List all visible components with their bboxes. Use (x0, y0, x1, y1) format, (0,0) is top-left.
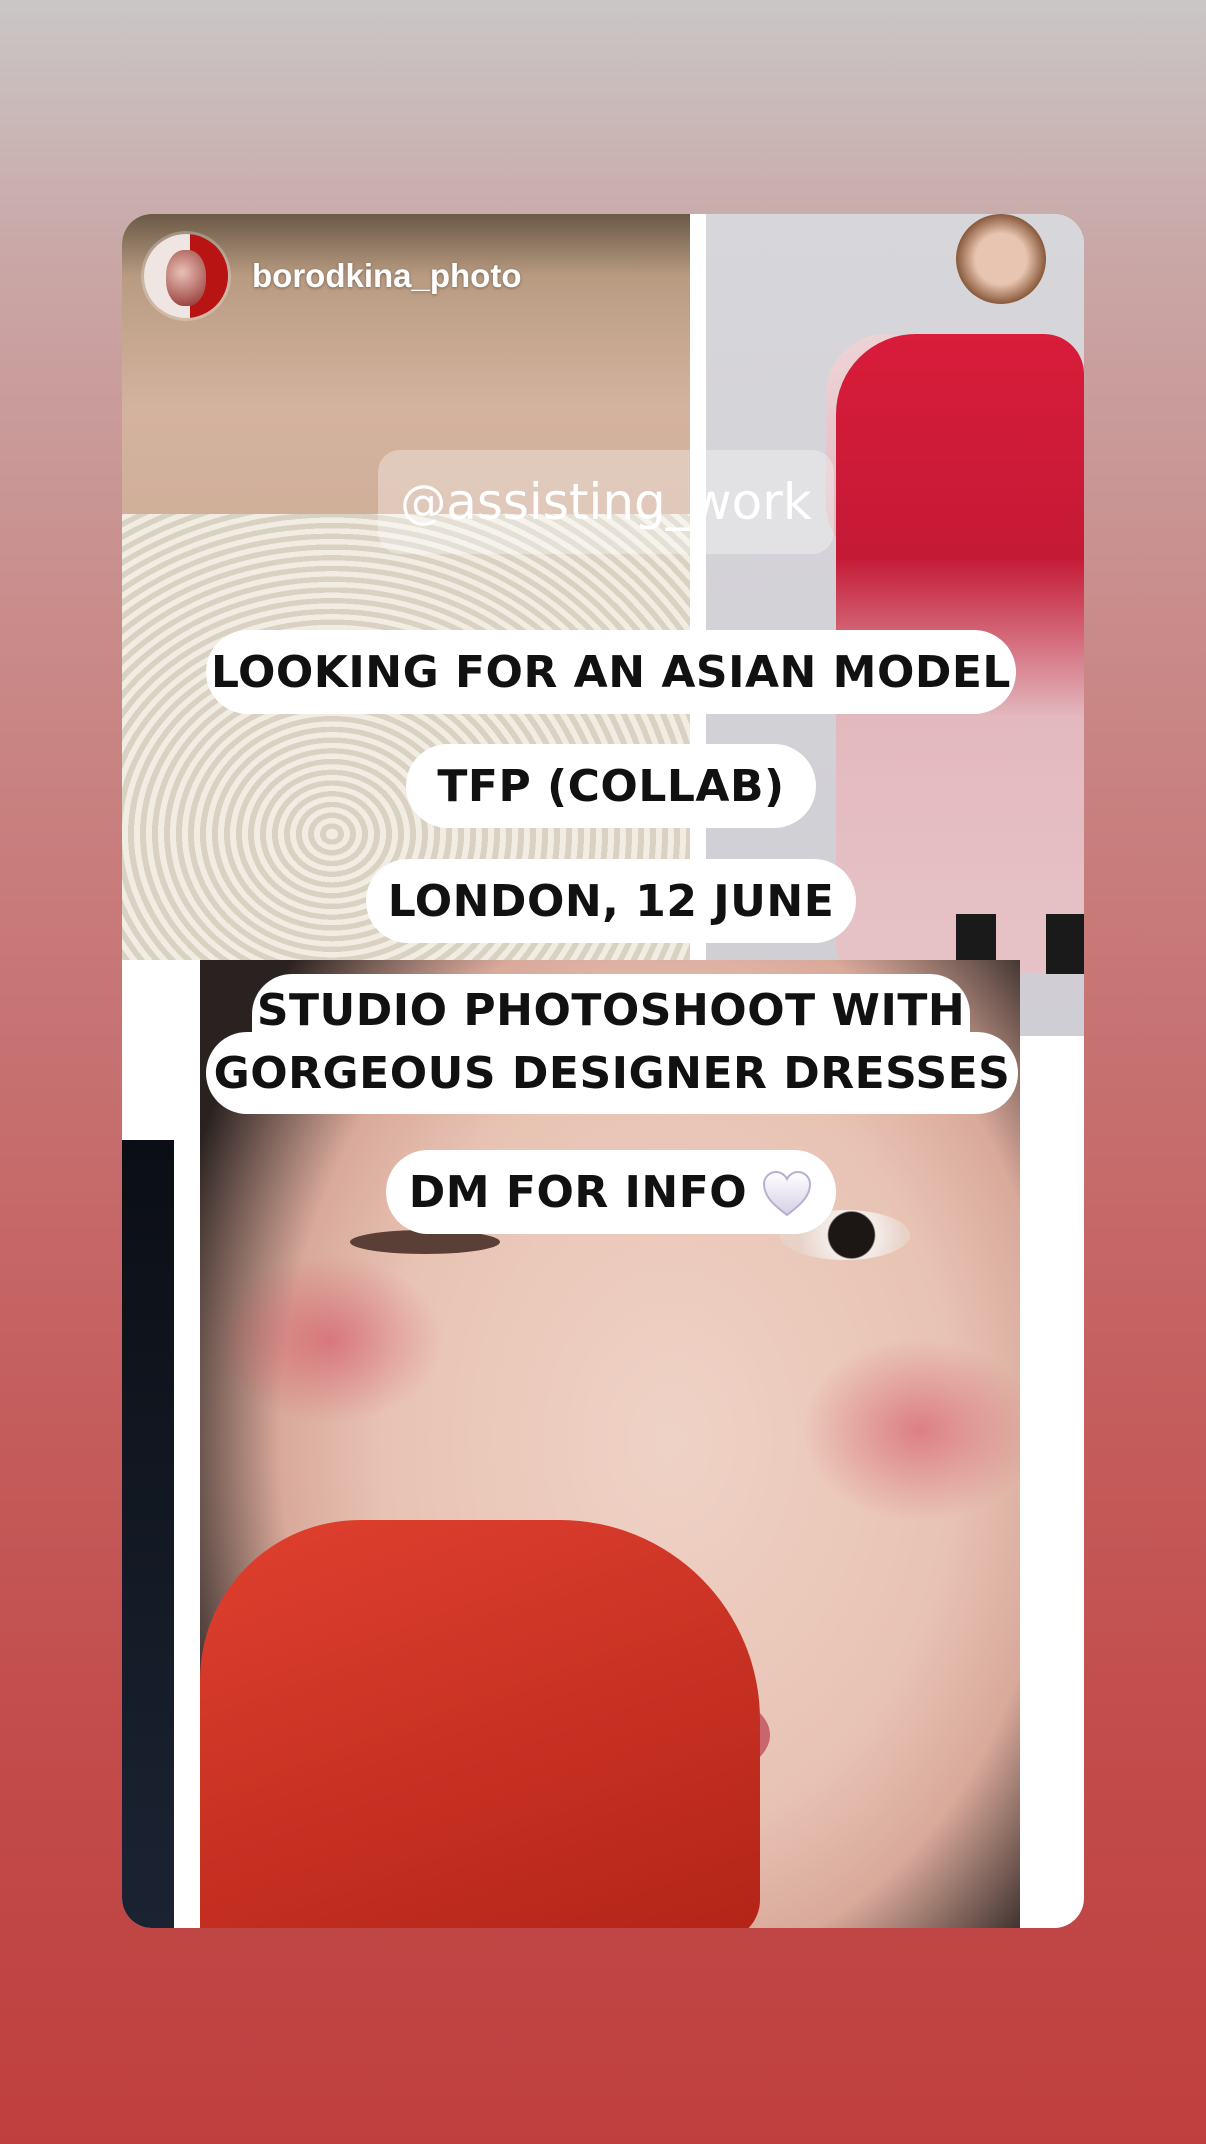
mention-sticker[interactable]: @ assisting_work (378, 450, 834, 554)
text-pill-dm: DM FOR INFO (386, 1150, 836, 1234)
pill-text: LOOKING FOR AN ASIAN MODEL (211, 646, 1011, 698)
model-head-image (956, 214, 1046, 304)
ruffle-dress-photo (122, 214, 690, 960)
text-pill-tfp: TFP (COLLAB) (406, 744, 816, 828)
threads-at-icon: @ (400, 475, 447, 529)
avatar-image (166, 250, 206, 306)
text-pill-looking: LOOKING FOR AN ASIAN MODEL (206, 630, 1016, 714)
story-card[interactable]: borodkina_photo @ assisting_work LOOKING… (122, 214, 1084, 1928)
red-glove-image (200, 1520, 760, 1928)
text-pill-location-date: LONDON, 12 JUNE (366, 859, 856, 943)
dark-photo-edge (122, 1140, 174, 1928)
pill-text: GORGEOUS DESIGNER DRESSES (213, 1047, 1011, 1099)
pill-text: DM FOR INFO (408, 1166, 748, 1218)
story-screen: { "story": { "username": "borodkina_phot… (0, 0, 1206, 2144)
story-header[interactable]: borodkina_photo (144, 234, 521, 318)
mention-text: assisting_work (446, 473, 812, 531)
pill-text: LONDON, 12 JUNE (387, 875, 835, 927)
username[interactable]: borodkina_photo (252, 257, 521, 295)
pill-text: TFP (COLLAB) (437, 760, 785, 812)
text-pill-studio-line2: GORGEOUS DESIGNER DRESSES (206, 1032, 1018, 1114)
white-heart-icon (761, 1169, 813, 1219)
avatar[interactable] (144, 234, 228, 318)
pill-text: STUDIO PHOTOSHOOT WITH (256, 984, 966, 1036)
